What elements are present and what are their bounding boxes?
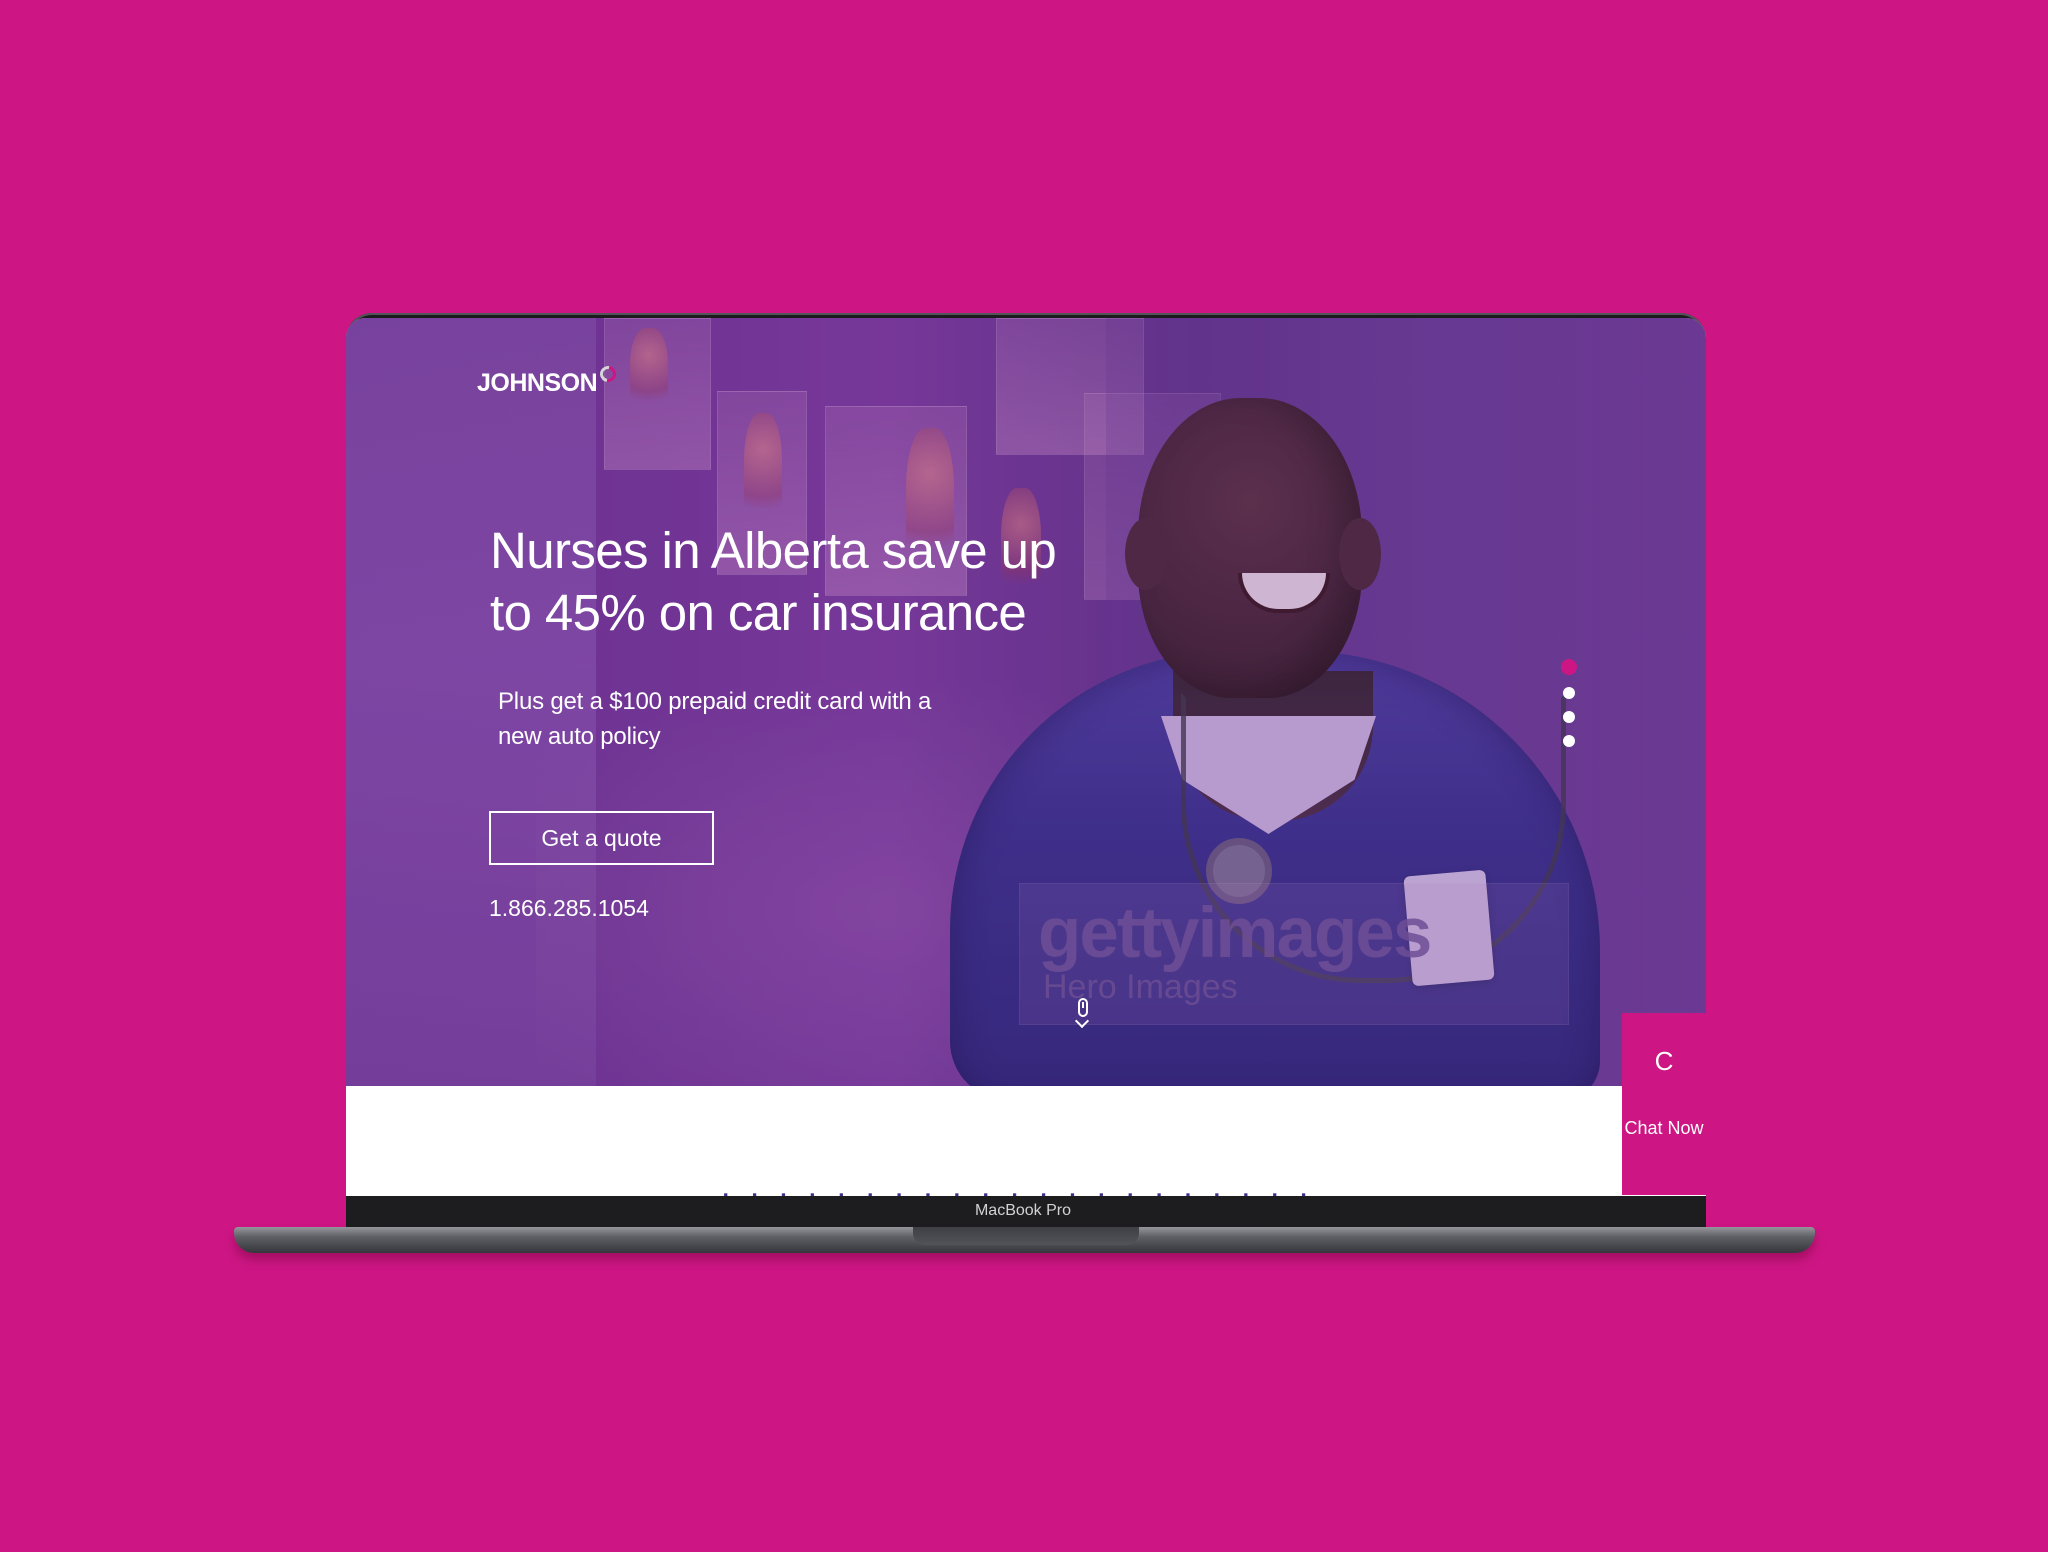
carousel-dot-3[interactable] — [1563, 711, 1575, 723]
chat-icon: C — [1654, 1046, 1674, 1076]
page-content-strip — [346, 1086, 1706, 1196]
device-label: MacBook Pro — [974, 1202, 1072, 1219]
carousel-pagination — [1561, 659, 1577, 759]
carousel-dot-4[interactable] — [1563, 735, 1575, 747]
brand-logo[interactable]: JOHNSON — [477, 362, 620, 403]
hero-title: Nurses in Alberta save up to 45% on car … — [490, 522, 1057, 641]
laptop-base-lip — [913, 1227, 1139, 1245]
carousel-dot-2[interactable] — [1563, 687, 1575, 699]
chat-label: Chat Now — [1624, 1118, 1704, 1138]
hero-subtitle: Plus get a $100 prepaid credit card with… — [498, 688, 932, 750]
johnson-logo-icon — [596, 362, 620, 386]
get-quote-button[interactable]: Get a quote — [489, 811, 714, 865]
partial-section-heading: . . . . . . . . . . . . . . . . . . . . … — [721, 1185, 1321, 1196]
mockup-stage: gettyimages Hero Images JOHNSON Nurses i… — [0, 0, 2048, 1552]
logo-text: JOHNSON — [477, 368, 598, 397]
scroll-mouse-icon[interactable] — [1074, 998, 1092, 1032]
partial-heading-fragment: . . . . . . . . . . . . . . . . . . . . … — [721, 1185, 1313, 1196]
phone-link[interactable]: 1.866.285.1054 — [489, 895, 649, 922]
carousel-dot-1[interactable] — [1561, 659, 1577, 675]
scroll-wheel — [1082, 1002, 1084, 1008]
chat-now-button[interactable]: C Chat Now — [1622, 1013, 1706, 1195]
chevron-down-icon — [1074, 1013, 1090, 1029]
laptop-screen: gettyimages Hero Images JOHNSON Nurses i… — [346, 318, 1706, 1196]
hero-banner: gettyimages Hero Images JOHNSON Nurses i… — [346, 318, 1706, 1086]
